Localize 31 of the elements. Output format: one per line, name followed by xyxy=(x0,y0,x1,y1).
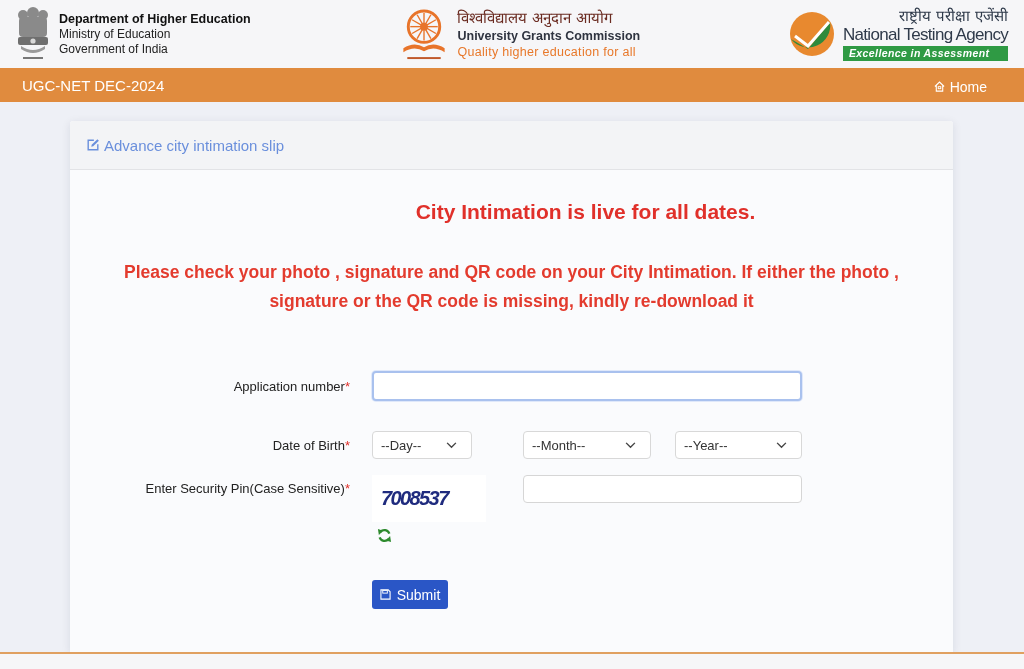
date-dropdown[interactable]: --Year-- xyxy=(675,431,802,459)
field-label: Application number* xyxy=(232,378,350,394)
save-icon xyxy=(379,589,391,600)
field-label: Date of Birth* xyxy=(271,437,350,453)
chevron-down-icon xyxy=(446,441,457,449)
field-label: Enter Security Pin(Case Sensitive)* xyxy=(144,480,350,496)
edit-icon xyxy=(86,138,100,152)
date-dropdown[interactable]: --Month-- xyxy=(523,431,651,459)
check-circle-logo-icon xyxy=(788,11,835,57)
captcha-image: 7008537 xyxy=(372,475,486,522)
refresh-icon[interactable] xyxy=(377,528,392,543)
department-name: Department of Higher Education xyxy=(59,12,251,27)
instruction-text: Please check your photo , signature and QR code on your City Intimation. If either the photo , signature or the QR code is missing, kindly re-download it xyxy=(123,261,900,313)
notice-text: City Intimation is live for all dates. xyxy=(414,199,757,225)
card-title: Advance city intimation slip xyxy=(104,136,285,154)
submit-button[interactable]: Submit xyxy=(372,580,448,609)
home-icon xyxy=(933,81,945,92)
exam-title: UGC-NET DEC-2024 xyxy=(22,76,165,94)
date-dropdown[interactable]: --Day-- xyxy=(372,431,472,459)
security-pin-field[interactable] xyxy=(523,475,802,503)
ugc-tagline: Quality higher education for all xyxy=(457,43,636,60)
chevron-down-icon xyxy=(625,441,636,449)
nta-name: National Testing Agency xyxy=(842,24,1008,45)
ministry-text: Government of India xyxy=(59,41,168,56)
chevron-down-icon xyxy=(776,441,787,449)
nta-tagline: Excellence in Assessment xyxy=(842,45,1008,61)
application-number-field[interactable] xyxy=(372,371,802,401)
nta-hindi-name: राष्ट्रीय परीक्षा एजेंसी xyxy=(898,7,1008,25)
ugc-hindi-name: विश्वविद्यालय अनुदान आयोग xyxy=(457,8,612,28)
ugc-name: University Grants Commission xyxy=(457,27,641,44)
ministry-text: Ministry of Education xyxy=(59,27,171,42)
